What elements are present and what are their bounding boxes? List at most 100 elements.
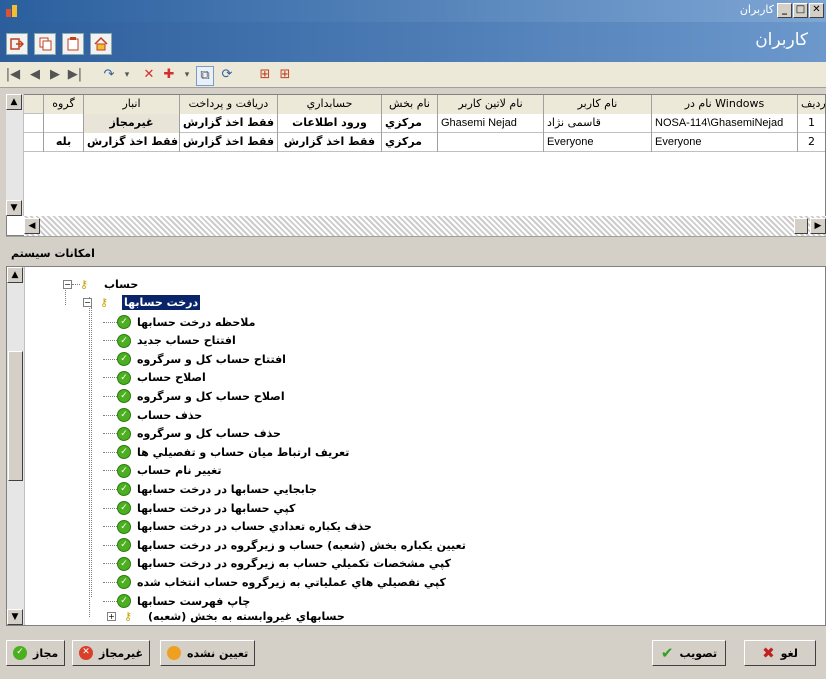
scroll-down-icon[interactable]: ▼ <box>7 609 23 625</box>
export-icon[interactable]: ⊞ <box>256 66 274 84</box>
table-cell: غيرمجاز <box>83 114 179 133</box>
check-icon: ✓ <box>13 646 27 660</box>
next-record-icon[interactable]: ▶ <box>46 66 64 84</box>
tree-node-label: ملاحظه درخت حسابها <box>137 315 256 329</box>
allowed-check-icon[interactable]: ✓ <box>117 538 131 553</box>
allowed-check-icon[interactable]: ✓ <box>117 370 131 385</box>
cancel-button[interactable]: ✖ لغو <box>744 640 816 666</box>
home-icon[interactable] <box>90 33 112 55</box>
table-cell: Everyone <box>651 133 797 152</box>
tree-node-last[interactable]: + ⚷ حسابهاي غيروابسته به بخش (شعبه) <box>107 607 347 625</box>
table-cell: 2 <box>797 133 825 152</box>
footer-bar: ✓ مجاز ✕ غيرمجاز تعيين نشده ✔ تصويب ✖ لغ… <box>0 630 826 679</box>
table-row[interactable]: 2 Everyone Everyone مرکزي فقط اخذ گزارش … <box>7 133 825 152</box>
allowed-check-icon[interactable]: ✓ <box>117 482 131 497</box>
allowed-check-icon[interactable]: ✓ <box>117 389 131 404</box>
expand-icon[interactable]: + <box>107 611 116 621</box>
tree-node-child[interactable]: ✓ کپي حسابها در درخت حسابها <box>103 499 297 517</box>
delete-icon[interactable]: ✕ <box>140 66 158 84</box>
title-bar: کاربران ✕ □ _ <box>0 0 826 22</box>
collapse-icon[interactable]: − <box>63 279 72 289</box>
tree-node-child[interactable]: ✓ افتتاح حساب جديد <box>103 332 238 350</box>
allowed-check-icon[interactable]: ✓ <box>117 445 131 460</box>
tree-node-child[interactable]: ✓ حذف حساب کل و سرگروه <box>103 425 283 443</box>
minimize-button[interactable]: _ <box>777 3 792 18</box>
paste-icon[interactable] <box>62 33 84 55</box>
tree-node-child[interactable]: ✓ تعريف ارتباط ميان حساب و تفصيلي ها <box>103 443 351 461</box>
allowed-check-icon[interactable]: ✓ <box>117 501 131 515</box>
add-icon[interactable]: ✚ <box>160 66 178 84</box>
scroll-up-icon[interactable]: ▲ <box>6 94 22 110</box>
allowed-check-icon[interactable]: ✓ <box>117 333 131 348</box>
tree-node-child[interactable]: ✓ تغيير نام حساب <box>103 462 223 480</box>
unset-button[interactable]: تعيين نشده <box>160 640 256 666</box>
allowed-check-icon[interactable]: ✓ <box>117 408 131 422</box>
tree-node-child[interactable]: ✓ کپي تفصيلي هاي عملياتي به زيرگروه حساب … <box>103 573 448 591</box>
tree-node-child[interactable]: ✓ ملاحظه درخت حسابها <box>103 313 257 331</box>
add-dropdown-icon[interactable]: ▾ <box>178 66 196 84</box>
tree-node-child[interactable]: ✓ حذف يکباره تعدادي حساب در درخت حسابها <box>103 518 374 536</box>
permissions-tree[interactable]: ▲ ▼ − ⚷ حساب − ⚷ درخت حسابها ✓ ملاحظه درخ… <box>6 266 826 626</box>
import-icon[interactable]: ⊞ <box>276 66 294 84</box>
scroll-thumb[interactable] <box>8 351 23 481</box>
exit-icon[interactable] <box>6 33 28 55</box>
tree-node-label: اصلاح حساب <box>137 371 206 385</box>
table-cell: فقط اخذ گزارش <box>277 133 381 152</box>
column-header[interactable]: ردیف <box>797 95 825 114</box>
last-record-icon[interactable]: ▶| <box>66 66 84 84</box>
allowed-check-icon[interactable]: ✓ <box>117 426 131 441</box>
tree-vertical-scrollbar[interactable]: ▲ ▼ <box>7 267 25 625</box>
tree-node-child[interactable]: ✓ افتتاح حساب کل و سرگروه <box>103 350 288 368</box>
column-header[interactable]: نام لاتین کاربر <box>437 95 543 114</box>
tree-node-child[interactable]: ✓ جابجايي حسابها در درخت حسابها <box>103 480 319 498</box>
tree-node-child[interactable]: ✓ تعيين يکباره بخش (شعبه) حساب و زيرگروه … <box>103 536 468 554</box>
column-header[interactable]: نام کاربر <box>543 95 651 114</box>
close-button[interactable]: ✕ <box>809 3 824 18</box>
collapse-icon[interactable]: − <box>83 297 92 307</box>
dropdown-icon[interactable]: ▾ <box>118 66 136 84</box>
users-grid[interactable]: ردیف نام در Windows نام کاربر نام لاتین … <box>6 94 826 236</box>
allowed-check-icon[interactable]: ✓ <box>117 519 131 534</box>
scroll-thumb[interactable] <box>794 218 808 234</box>
header-panel: کاربران <box>0 22 826 62</box>
column-header[interactable]: نام بخش <box>381 95 437 114</box>
column-header[interactable]: دريافت و پرداخت <box>179 95 277 114</box>
scroll-left-icon[interactable]: ◀ <box>24 218 40 234</box>
table-cell: قاسمی نژاد <box>543 114 651 133</box>
tree-node-child[interactable]: ✓ اصلاح حساب <box>103 369 208 387</box>
allowed-check-icon[interactable]: ✓ <box>117 594 131 608</box>
tree-node-root[interactable]: − ⚷ حساب <box>63 275 140 293</box>
tree-node-label: تعيين يکباره بخش (شعبه) حساب و زيرگروه د… <box>137 538 466 552</box>
first-record-icon[interactable]: |◀ <box>4 66 22 84</box>
allowed-check-icon[interactable]: ✓ <box>117 463 131 478</box>
column-header[interactable]: نام در Windows <box>651 95 797 114</box>
allowed-button[interactable]: ✓ مجاز <box>6 640 66 666</box>
approve-button[interactable]: ✔ تصويب <box>652 640 726 666</box>
nav-toolbar: |◀ ◀ ▶ ▶| ↷ ▾ ✕ ✚ ▾ ⧉ ⟳ ⊞ ⊞ <box>0 62 826 88</box>
prev-record-icon[interactable]: ◀ <box>26 66 44 84</box>
grid-vertical-scrollbar[interactable]: ▲ ▼ <box>6 94 24 216</box>
grid-horizontal-scrollbar[interactable]: ◀ ▶ <box>24 216 826 236</box>
column-header[interactable]: گروه <box>43 95 83 114</box>
refresh-arrow-icon[interactable]: ↷ <box>100 66 118 84</box>
table-row[interactable]: 1 NOSA-114\GhasemiNejad قاسمی نژاد Ghase… <box>7 114 825 133</box>
scroll-up-icon[interactable]: ▲ <box>7 267 23 283</box>
column-header[interactable]: انبار <box>83 95 179 114</box>
scroll-down-icon[interactable]: ▼ <box>6 200 22 216</box>
tree-node-child[interactable]: ✓ کپي مشخصات تکميلي حساب به زيرگروه در در… <box>103 555 453 573</box>
reload-icon[interactable]: ⟳ <box>218 66 236 84</box>
select-icon[interactable]: ⧉ <box>196 66 214 86</box>
scroll-right-icon[interactable]: ▶ <box>810 218 826 234</box>
allowed-check-icon[interactable]: ✓ <box>117 575 131 590</box>
denied-button[interactable]: ✕ غيرمجاز <box>72 640 151 666</box>
tree-node-child[interactable]: ✓ حذف حساب <box>103 406 204 424</box>
allowed-check-icon[interactable]: ✓ <box>117 315 131 329</box>
tree-node-parent[interactable]: − ⚷ درخت حسابها <box>83 293 201 311</box>
copy-icon[interactable] <box>34 33 56 55</box>
tree-node-child[interactable]: ✓ اصلاح حساب کل و سرگروه <box>103 387 287 405</box>
allowed-check-icon[interactable]: ✓ <box>117 556 131 571</box>
allowed-check-icon[interactable]: ✓ <box>117 352 131 367</box>
column-header[interactable]: حسابداري <box>277 95 381 114</box>
tree-node-label: حذف حساب کل و سرگروه <box>137 427 281 441</box>
maximize-button[interactable]: □ <box>793 3 808 18</box>
